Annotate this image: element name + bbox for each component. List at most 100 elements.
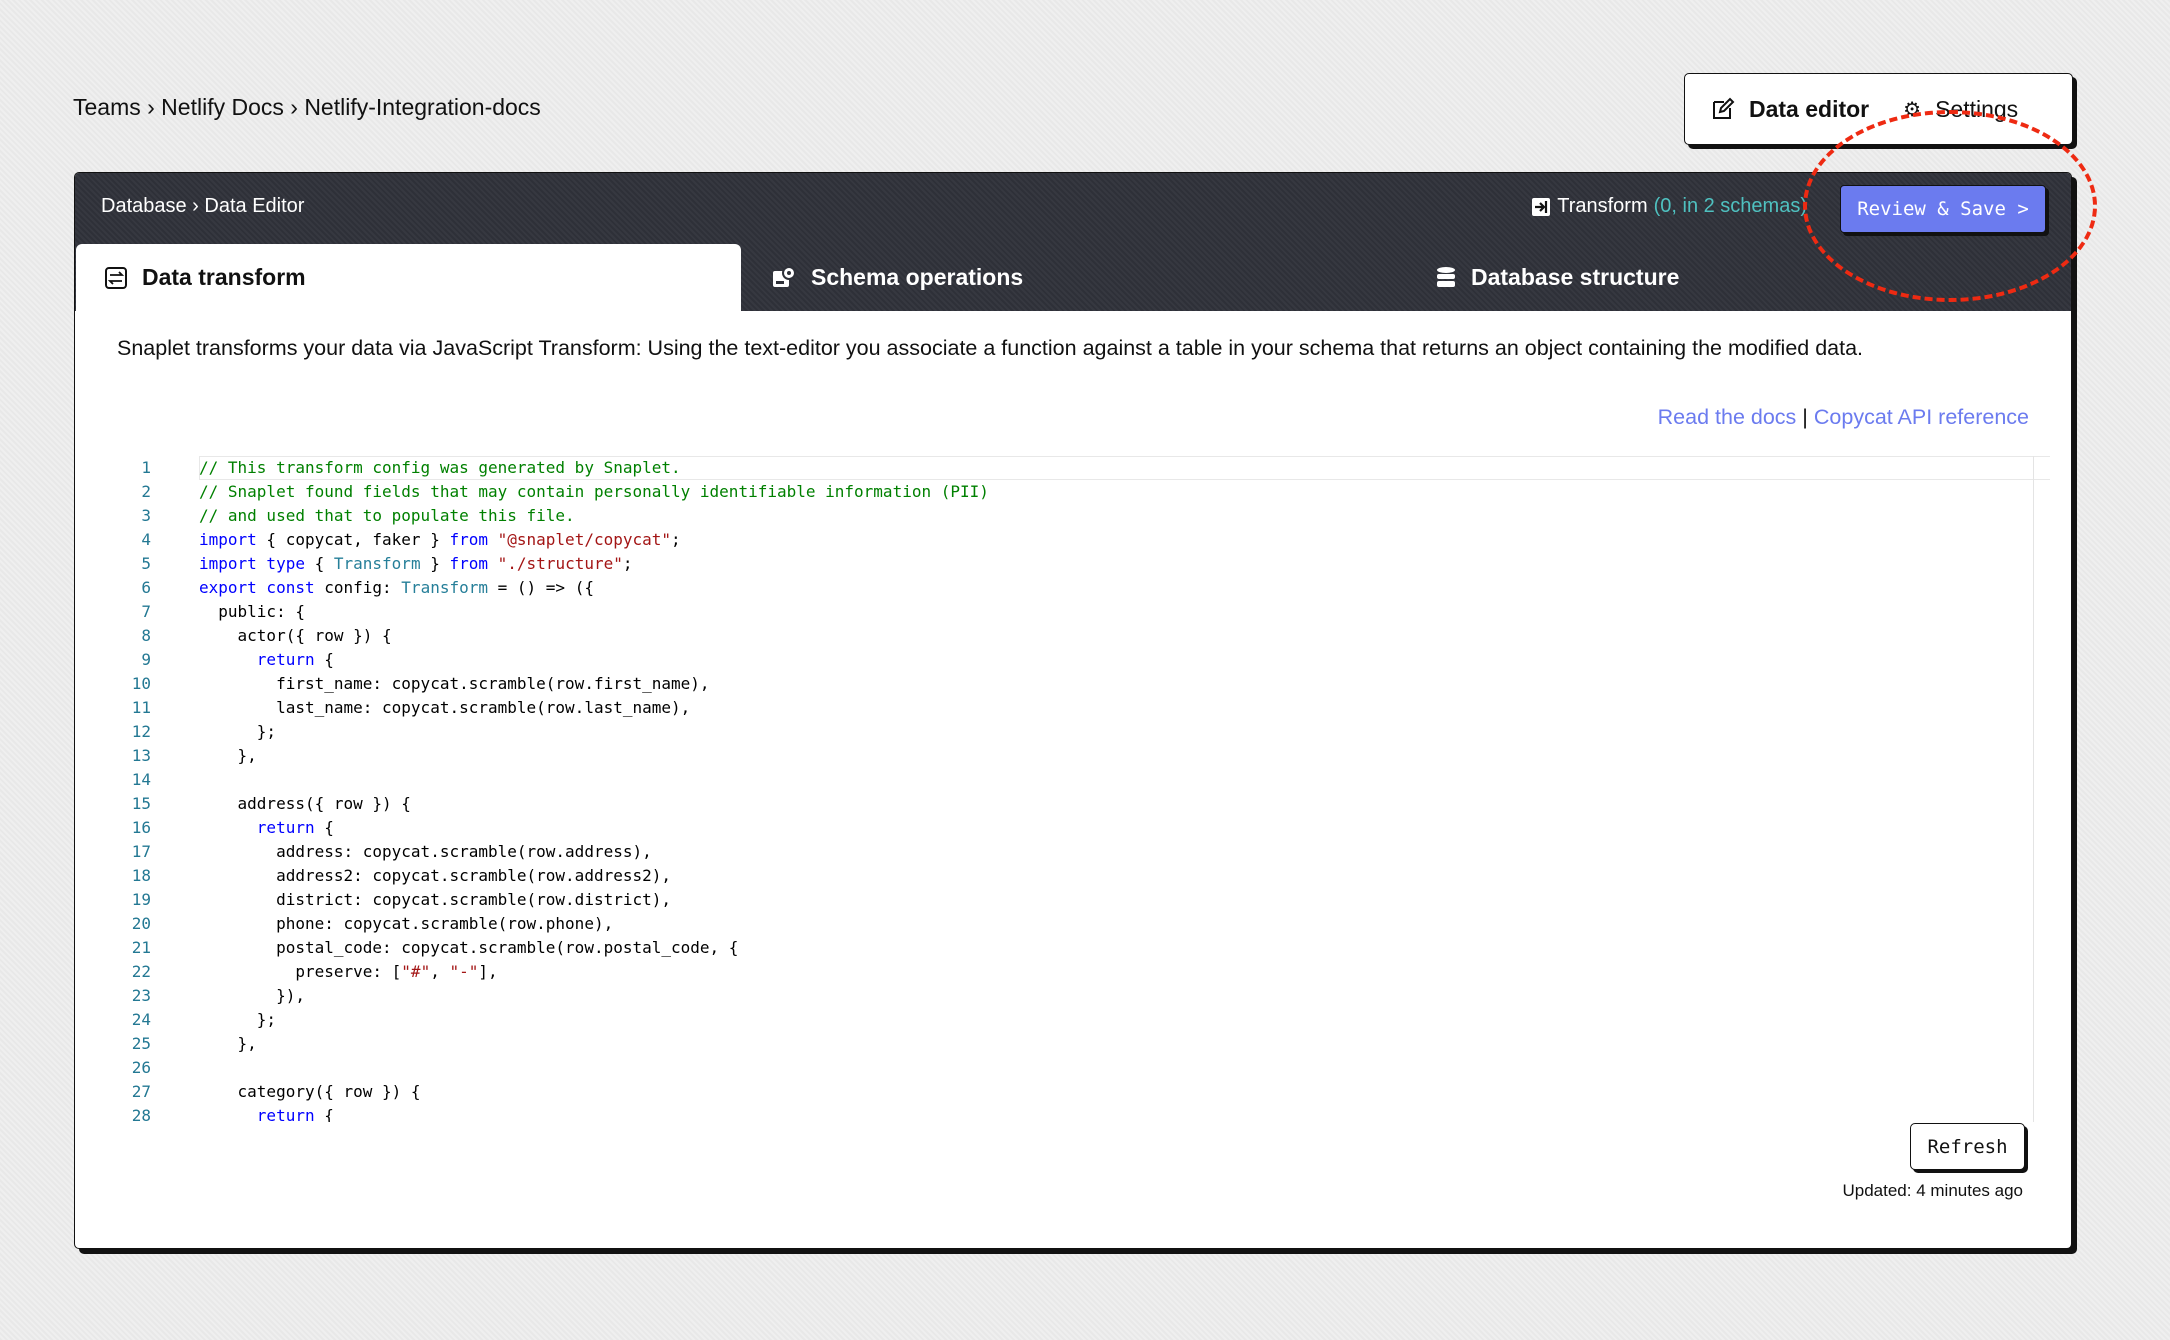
panel-header: Database › Data Editor Transform (0, in 2… [75,173,2071,311]
code-token: district: copycat.scramble(row.district)… [199,890,672,909]
data-editor-label: Data editor [1749,95,1870,122]
code-line: 23 }), [95,984,2050,1008]
code-text: // This transform config was generated b… [199,456,681,480]
refresh-button[interactable]: Refresh [1910,1123,2025,1170]
code-text: return { [199,648,334,672]
code-line: 26 [95,1056,2050,1080]
line-number: 17 [131,842,151,861]
code-text: address: copycat.scramble(row.address), [199,840,652,864]
code-token: preserve: [ [199,962,402,981]
settings-link[interactable]: ⚙ Settings [1903,96,2018,123]
tab-database-structure[interactable]: Database structure [1435,244,1679,311]
code-token: postal_code: copycat.scramble(row.postal… [199,938,739,957]
code-text: preserve: ["#", "-"], [199,960,498,984]
code-line: 12 }; [95,720,2050,744]
code-token: config: [314,578,402,597]
code-text: }; [199,720,276,744]
copycat-api-link[interactable]: Copycat API reference [1814,405,2029,429]
review-save-button[interactable]: Review & Save > [1840,185,2046,233]
gear-icon: ⚙ [1903,98,1922,121]
tab-label: Data transform [142,264,306,290]
code-token: phone: copycat.scramble(row.phone), [199,914,614,933]
read-docs-link[interactable]: Read the docs [1658,405,1797,429]
line-number: 22 [131,962,151,981]
line-number: 24 [131,1010,151,1029]
code-token: { [314,650,334,669]
code-text: phone: copycat.scramble(row.phone), [199,912,613,936]
data-editor-link[interactable]: Data editor [1711,96,1869,123]
transform-status: Transform (0, in 2 schemas) [1531,195,1807,218]
code-text: address({ row }) { [199,792,411,816]
code-line: 6 export const config: Transform = () => … [95,576,2050,600]
line-number: 28 [131,1106,151,1122]
code-text: public: { [199,600,305,624]
code-text: last_name: copycat.scramble(row.last_nam… [199,696,690,720]
code-token: "@snaplet/copycat" [497,530,672,549]
code-line: 7 public: { [95,600,2050,624]
tab-label: Database structure [1471,264,1680,290]
line-number: 5 [141,554,151,573]
database-icon [1437,266,1455,287]
code-text: import { copycat, faker } from "@snaplet… [199,528,681,552]
code-line: 4 import { copycat, faker } from "@snaple… [95,528,2050,552]
code-token: ], [478,962,498,981]
link-separator: | [1802,405,1808,429]
code-line: 11 last_name: copycat.scramble(row.last_… [95,696,2050,720]
line-number: 1 [141,458,151,477]
code-text: import type { Transform } from "./struct… [199,552,633,576]
line-number: 9 [141,650,151,669]
code-text: address2: copycat.scramble(row.address2)… [199,864,671,888]
code-token: ; [622,554,633,573]
code-text: // and used that to populate this file. [199,504,575,528]
code-token: ; [671,530,681,549]
code-line: 1 // This transform config was generated … [95,456,2050,480]
code-line: 25 }, [95,1032,2050,1056]
line-number: 2 [141,482,151,501]
code-token: from [449,530,488,549]
code-token: }, [199,746,257,765]
code-token: { copycat, faker } [256,530,450,549]
code-text: }; [199,1008,276,1032]
code-line: 27 category({ row }) { [95,1080,2050,1104]
code-text: return { [199,1104,334,1122]
code-token: , [430,962,450,981]
code-line: 2 // Snaplet found fields that may contai… [95,480,2050,504]
code-token: actor({ row }) { [199,626,392,645]
tab-data-transform[interactable]: Data transform [76,244,741,311]
line-number: 3 [141,506,151,525]
code-token: category({ row }) { [199,1082,421,1101]
code-line: 24 }; [95,1008,2050,1032]
line-number: 6 [141,578,151,597]
code-token: public: { [199,602,305,621]
line-number: 11 [131,698,151,717]
tab-schema-operations[interactable]: Schema operations [771,244,1023,311]
transform-count: (0, in 2 schemas) [1653,195,1807,217]
code-text: district: copycat.scramble(row.district)… [199,888,671,912]
line-number: 15 [131,794,151,813]
code-token: { [314,818,334,837]
code-token: Transform [333,554,421,573]
code-line: 16 return { [95,816,2050,840]
code-line: 14 [95,768,2050,792]
code-line: 15 address({ row }) { [95,792,2050,816]
code-editor[interactable]: 1 // This transform config was generated … [95,456,2050,1122]
code-text: }), [199,984,305,1008]
arrow-into-box-icon [1532,197,1551,216]
code-line: 3 // and used that to populate this file. [95,504,2050,528]
code-line: 20 phone: copycat.scramble(row.phone), [95,912,2050,936]
code-text: }, [199,744,257,768]
data-editor-panel: Database › Data Editor Transform (0, in 2… [74,172,2072,1249]
line-number: 8 [141,626,151,645]
code-token: import type [199,554,305,573]
code-line: 19 district: copycat.scramble(row.distri… [95,888,2050,912]
tab-label: Schema operations [811,264,1024,290]
line-number: 26 [131,1058,151,1077]
code-line: 9 return { [95,648,2050,672]
line-number: 18 [131,866,151,885]
code-token: last_name: copycat.scramble(row.last_nam… [199,698,691,717]
code-token: from [449,554,489,573]
